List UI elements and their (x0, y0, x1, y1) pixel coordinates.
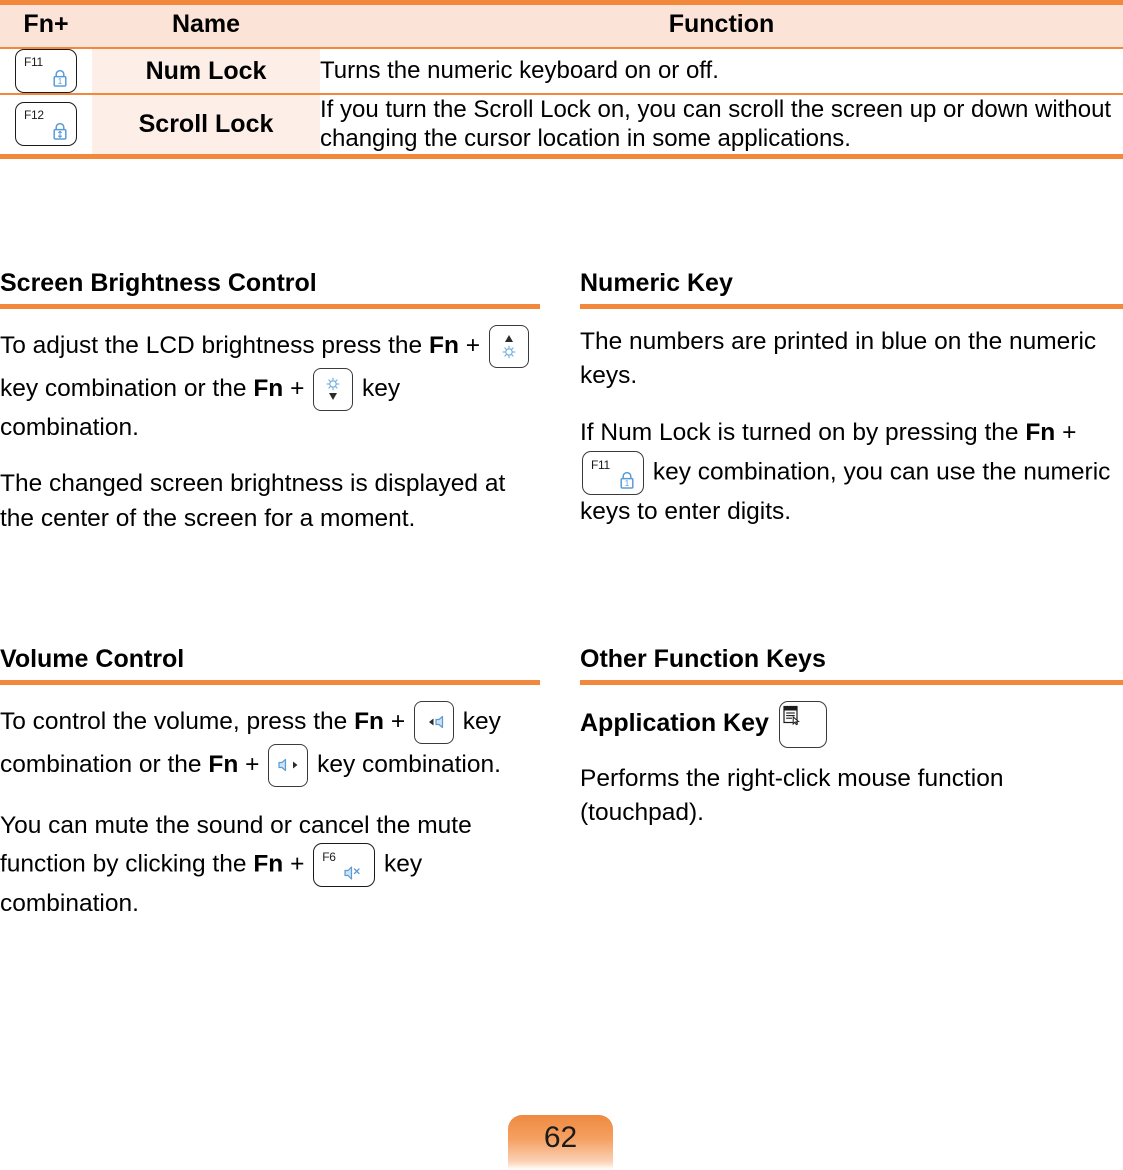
brightness-paragraph-2: The changed screen brightness is display… (0, 470, 506, 533)
page-number-badge: 62 (508, 1115, 613, 1170)
plus-sign: + (1062, 419, 1077, 447)
subtitle-text: Application Key (580, 708, 769, 737)
section-title: Volume Control (0, 645, 185, 673)
text-fragment: To control the volume, press the (0, 707, 348, 735)
section-volume-control: Volume Control To control the volume, pr… (0, 645, 540, 944)
section-screen-brightness-control: Screen Brightness Control To adjust the … (0, 269, 540, 559)
cell-name-numlock: Num Lock (92, 49, 320, 93)
volume-down-icon (415, 702, 453, 743)
text-fragment: key combination, you can use the numeric… (580, 458, 1111, 525)
plus-sign: + (290, 374, 305, 402)
table-header-row: Fn+ Name Function (0, 5, 1123, 47)
section-underline (580, 679, 1123, 685)
volume-mute-icon (343, 864, 367, 882)
section-underline (0, 679, 540, 685)
cell-key-f12: F12 (0, 95, 92, 154)
fn-key-label: Fn (354, 707, 385, 735)
brightness-down-icon (314, 369, 352, 410)
fn-key-label: Fn (428, 331, 459, 359)
lock-numlock-icon: 1 (51, 68, 69, 88)
brightness-up-icon (490, 326, 528, 367)
section-title: Screen Brightness Control (0, 269, 317, 297)
application-key-subtitle: Application Key (580, 700, 1123, 748)
section-other-function-keys: Other Function Keys Application Key Perf… (580, 645, 1123, 853)
function-key-table: Fn+ Name Function F11 1 Num Lock Turns t… (0, 0, 1123, 159)
section-title: Numeric Key (580, 269, 733, 297)
cell-key-f11: F11 1 (0, 49, 92, 93)
volume-paragraph-2: You can mute the sound or cancel the mut… (0, 809, 540, 923)
keycap-brightness-down (313, 367, 354, 411)
text-fragment: If Num Lock is turned on by pressing the (580, 419, 1019, 447)
keycap-label: F11 (591, 457, 610, 472)
application-menu-icon (780, 705, 802, 733)
keycap-application (778, 700, 827, 748)
table-row: F12 Scroll Lock If you turn the Scroll L… (0, 95, 1123, 154)
keycap-brightness-up (488, 324, 529, 368)
text-fragment: key combination or the (0, 374, 247, 402)
volume-paragraph-1: To control the volume, press the Fn + ke… (0, 700, 540, 787)
brightness-paragraph-1: To adjust the LCD brightness press the F… (0, 324, 540, 446)
fn-key-label: Fn (253, 374, 284, 402)
lock-scrolllock-icon (51, 121, 69, 141)
keycap-f6: F6 (313, 843, 376, 888)
keycap-label: F6 (322, 850, 336, 865)
section-underline (580, 303, 1123, 309)
section-numeric-key: Numeric Key The numbers are printed in b… (580, 269, 1123, 552)
plus-sign: + (290, 850, 305, 878)
section-title: Other Function Keys (580, 645, 826, 673)
numeric-paragraph-2: If Num Lock is turned on by pressing the… (580, 416, 1123, 530)
plus-sign: + (245, 750, 260, 778)
keycap-volume-down (413, 700, 454, 744)
header-name: Name (171, 9, 241, 38)
volume-up-icon (269, 745, 307, 786)
fn-key-label: Fn (1025, 419, 1056, 447)
cell-function-numlock: Turns the numeric keyboard on or off. (320, 49, 1123, 93)
table-row: F11 1 Num Lock Turns the numeric keyboar… (0, 49, 1123, 93)
svg-text:1: 1 (625, 479, 630, 488)
cell-function-scrolllock: If you turn the Scroll Lock on, you can … (320, 95, 1123, 154)
table-bottom-rule (0, 153, 1123, 159)
lock-numlock-icon: 1 (618, 470, 636, 490)
section-underline (0, 303, 540, 309)
svg-text:1: 1 (58, 77, 63, 86)
keycap-f11-inline: F11 1 (582, 450, 644, 495)
fn-key-label: Fn (253, 850, 284, 878)
keycap-volume-up (268, 743, 309, 787)
header-function: Function (668, 9, 775, 38)
keycap-label: F11 (24, 55, 43, 69)
other-paragraph-1: Performs the right-click mouse function … (580, 764, 1004, 827)
plus-sign: + (390, 707, 406, 735)
plus-sign: + (465, 331, 481, 359)
fn-key-label: Fn (208, 750, 239, 778)
cell-name-scrolllock: Scroll Lock (92, 95, 320, 154)
numeric-paragraph-1: The numbers are printed in blue on the n… (580, 327, 1097, 390)
header-fn: Fn+ (23, 9, 69, 38)
keycap-f12: F12 (15, 102, 77, 147)
keycap-label: F12 (24, 108, 44, 123)
keycap-f11: F11 1 (15, 49, 77, 93)
text-fragment: To adjust the LCD brightness press the (0, 331, 423, 359)
text-fragment: key combination. (317, 750, 501, 778)
